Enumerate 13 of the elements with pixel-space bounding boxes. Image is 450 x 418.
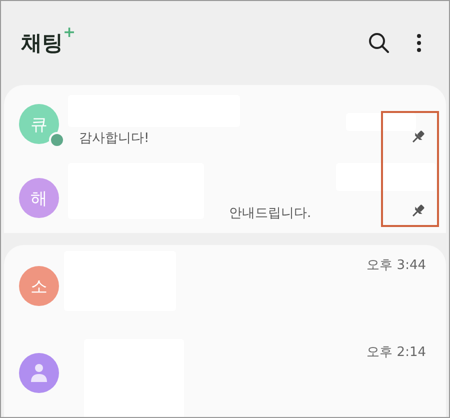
person-icon [30,363,48,383]
search-icon[interactable] [368,32,390,54]
time-label: 오후 3:44 [366,257,426,274]
message-preview: 안내드립니다. [229,206,312,221]
time-label: 오후 2:14 [366,344,426,361]
message-preview: 감사합니다! [79,131,150,146]
more-options-icon[interactable] [416,33,422,53]
redaction-block [346,113,416,131]
chat-row[interactable]: 오후 2:14 [4,327,446,417]
avatar: 소 [19,266,59,306]
app-title: 채팅 [21,30,63,57]
avatar: 해 [19,178,59,218]
plus-mark: + [63,23,76,41]
